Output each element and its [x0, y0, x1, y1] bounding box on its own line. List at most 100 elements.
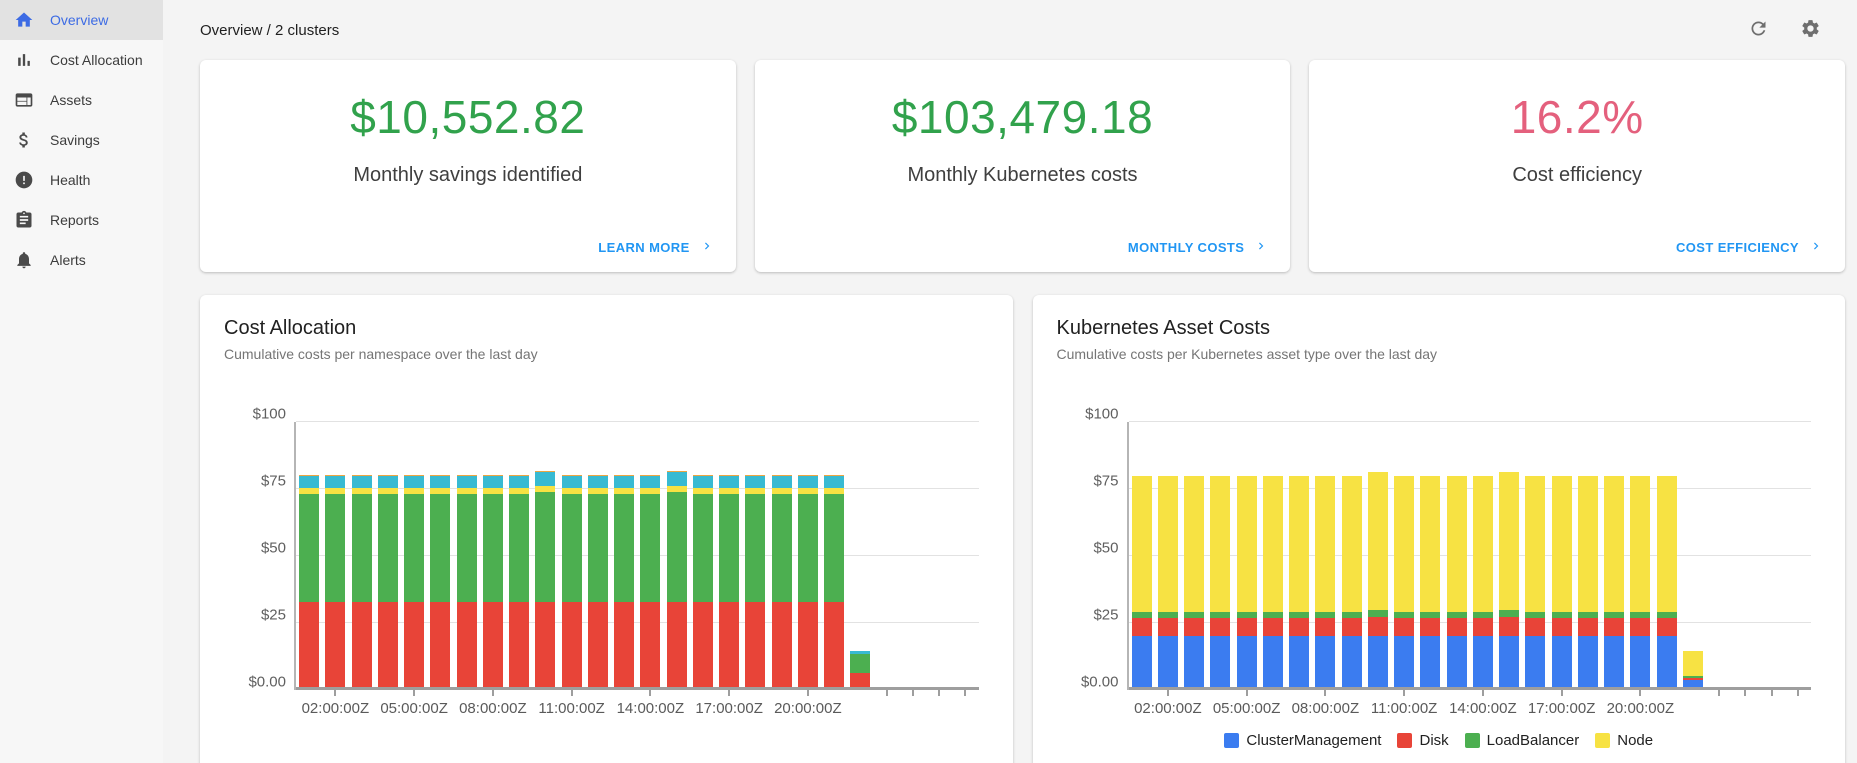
bar-segment — [1132, 618, 1152, 637]
stacked-bar — [352, 475, 372, 690]
bar-segment — [1630, 636, 1650, 690]
bar-segment — [798, 476, 818, 489]
bar-segment — [1342, 618, 1362, 637]
stat-card-link[interactable]: LEARN MORE — [598, 239, 713, 256]
x-axis-tick — [938, 690, 940, 696]
bar-segment — [850, 654, 870, 674]
stacked-bar — [1473, 476, 1493, 690]
x-axis-tick-label: 11:00:00Z — [1371, 700, 1437, 717]
x-axis-tick — [807, 690, 809, 696]
legend-swatch — [1224, 733, 1239, 748]
x-axis-tick-label: 05:00:00Z — [1213, 700, 1281, 717]
stacked-bar — [614, 475, 634, 690]
bar-segment — [1158, 476, 1178, 613]
sidebar-item-reports[interactable]: Reports — [0, 200, 163, 240]
bar-segment — [1473, 636, 1493, 690]
sidebar-item-overview[interactable]: Overview — [0, 0, 163, 40]
settings-button[interactable] — [1793, 13, 1827, 47]
bar-segment — [404, 476, 424, 489]
x-axis-tick — [492, 690, 494, 696]
bar-segment — [850, 673, 870, 687]
bar-segment — [299, 476, 319, 489]
stacked-bar — [772, 475, 792, 690]
bar-segment — [1315, 618, 1335, 637]
settings-gear-icon — [1800, 18, 1821, 42]
sidebar-item-cost-allocation[interactable]: Cost Allocation — [0, 40, 163, 80]
legend-swatch — [1595, 733, 1610, 748]
breadcrumb: Overview / 2 clusters — [200, 22, 339, 39]
bar-segment — [1368, 472, 1388, 609]
y-axis-tick-label: $50 — [1059, 540, 1119, 557]
sidebar-item-label: Savings — [50, 132, 100, 148]
chart-title: Cost Allocation — [224, 317, 989, 340]
x-axis-tick — [334, 690, 336, 696]
sidebar-item-health[interactable]: Health — [0, 160, 163, 200]
stacked-bar — [1525, 476, 1545, 690]
bar-segment — [1499, 617, 1519, 636]
refresh-icon — [1748, 18, 1769, 42]
bar-segment — [824, 476, 844, 489]
bar-segment — [1552, 636, 1572, 690]
bar-segment — [1552, 618, 1572, 637]
sidebar-item-label: Reports — [50, 212, 99, 228]
legend-item-node: Node — [1595, 732, 1653, 749]
stat-card: $10,552.82Monthly savings identifiedLEAR… — [200, 60, 736, 272]
x-axis-tick-label: 08:00:00Z — [1292, 700, 1360, 717]
chart-card: Cost AllocationCumulative costs per name… — [200, 295, 1013, 763]
bar-segment — [1132, 636, 1152, 690]
bar-segment — [1499, 610, 1519, 617]
sidebar-item-savings[interactable]: Savings — [0, 120, 163, 160]
x-axis-tick — [1324, 690, 1326, 696]
stat-link-label: MONTHLY COSTS — [1128, 240, 1244, 255]
app-root: OverviewCost AllocationAssetsSavingsHeal… — [0, 0, 1857, 763]
stat-card-link[interactable]: COST EFFICIENCY — [1676, 239, 1823, 256]
x-axis-tick — [1797, 690, 1799, 696]
stacked-bar — [693, 475, 713, 690]
x-axis-tick-label: 20:00:00Z — [1607, 700, 1675, 717]
x-axis-tick — [413, 690, 415, 696]
bar-segment — [509, 476, 529, 489]
stat-card-link[interactable]: MONTHLY COSTS — [1128, 239, 1268, 256]
stacked-bar — [325, 475, 345, 690]
legend-label: LoadBalancer — [1487, 732, 1580, 749]
bar-segment — [1342, 476, 1362, 613]
bar-segment — [1657, 476, 1677, 613]
sidebar-item-alerts[interactable]: Alerts — [0, 240, 163, 280]
bar-segment — [1394, 636, 1414, 690]
bar-segment — [535, 602, 555, 687]
legend-item-loadbalancer: LoadBalancer — [1465, 732, 1580, 749]
stat-value: $10,552.82 — [350, 90, 585, 144]
sidebar-item-assets[interactable]: Assets — [0, 80, 163, 120]
home-icon — [14, 10, 34, 30]
y-axis-tick-label: $25 — [1059, 607, 1119, 624]
chart-legend: ClusterManagementDiskLoadBalancerNode — [1057, 732, 1822, 749]
bar-segment — [483, 476, 503, 489]
x-axis-tick-label: 05:00:00Z — [380, 700, 448, 717]
bar-segment — [1184, 476, 1204, 613]
x-axis-tick — [1639, 690, 1641, 696]
bar-segment — [325, 494, 345, 603]
bar-segment — [299, 494, 319, 603]
bar-segment — [352, 602, 372, 687]
stacked-bar — [1499, 472, 1519, 690]
bar-segment — [1368, 636, 1388, 690]
bar-segment — [1420, 476, 1440, 613]
bar-segment — [1604, 618, 1624, 637]
bar-segment — [1210, 636, 1230, 690]
chart-plot: $0.00$25$50$75$10002:00:00Z05:00:00Z08:0… — [1127, 422, 1812, 690]
refresh-button[interactable] — [1741, 13, 1775, 47]
bar-segment — [430, 602, 450, 687]
chart-subtitle: Cumulative costs per Kubernetes asset ty… — [1057, 346, 1822, 362]
stacked-bar — [667, 471, 687, 690]
gridline — [296, 687, 979, 690]
charts-row: Cost AllocationCumulative costs per name… — [200, 295, 1845, 763]
bar-segment — [1158, 618, 1178, 637]
bar-segment — [1630, 476, 1650, 613]
x-axis-tick — [1771, 690, 1773, 696]
bar-segment — [509, 602, 529, 687]
bar-segment — [719, 494, 739, 603]
bar-segment — [1420, 636, 1440, 690]
bar-segment — [824, 494, 844, 603]
gridline — [296, 622, 979, 623]
bar-segment — [1237, 636, 1257, 690]
